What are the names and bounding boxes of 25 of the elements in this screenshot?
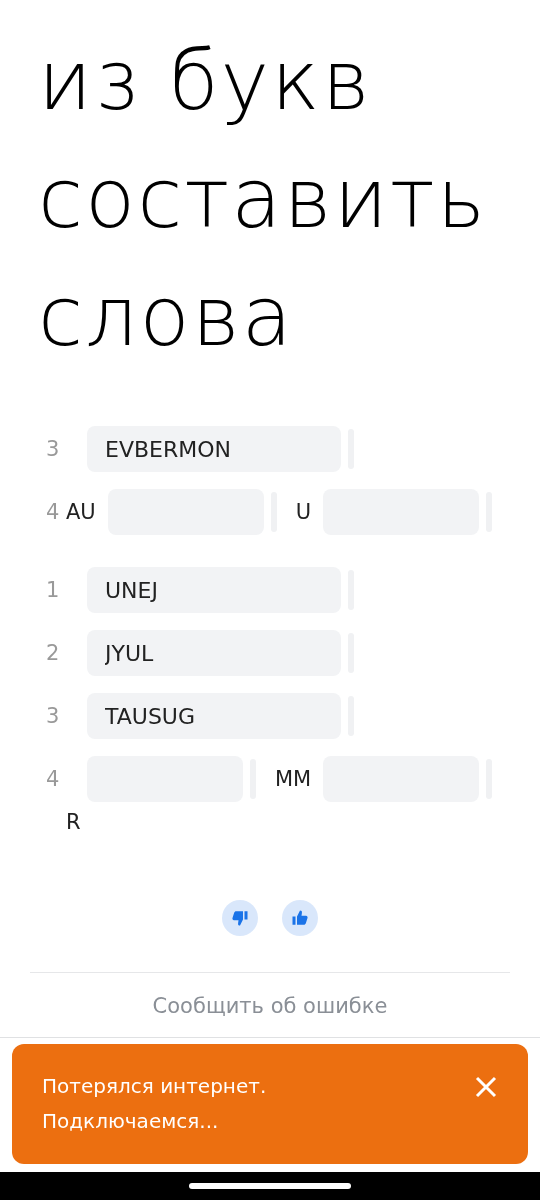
handwritten-note: слова [38,268,295,366]
close-icon [474,1075,498,1099]
home-indicator[interactable] [189,1183,351,1189]
thumbs-down-icon [231,909,249,927]
like-button[interactable] [282,900,318,936]
answer-field[interactable]: TAUSUG [87,693,341,739]
letter-hint: MM [275,767,312,791]
thumbs-up-icon [291,909,309,927]
dislike-button[interactable] [222,900,258,936]
toast-message: Подключаемся... [42,1108,220,1135]
letter-hint: AU [66,500,96,524]
row-number: 3 [46,704,61,728]
handwritten-note: составить [38,150,488,248]
toast-message: Потерялся интернет. [42,1073,267,1100]
row-number: 2 [46,641,61,665]
row-number: 1 [46,578,61,602]
answer-field[interactable]: EVBERMON [87,426,341,472]
row-number: 3 [46,437,61,461]
handwritten-note: из букв [38,32,373,130]
row-number: 4 [46,500,61,524]
letter-hint: R [65,810,81,834]
close-button[interactable] [474,1075,498,1099]
letter-hint: U [295,500,312,524]
row-number: 4 [46,767,61,791]
answer-field[interactable]: UNEJ [87,567,341,613]
